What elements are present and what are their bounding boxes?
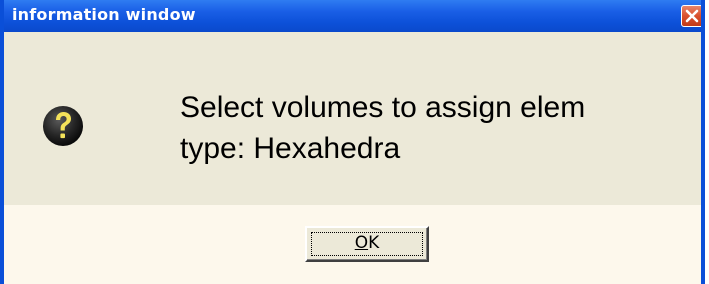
close-icon (685, 9, 699, 23)
ok-mnemonic: O (354, 233, 369, 253)
message-line-1: Select volumes to assign elem (180, 91, 586, 124)
ok-button-label: OK (307, 233, 427, 253)
message-area: Select volumes to assign elem type: Hexa… (4, 32, 701, 205)
close-button[interactable] (681, 5, 701, 27)
title-bar[interactable]: information window (4, 0, 701, 32)
message-line-2: type: Hexahedra (180, 132, 401, 165)
question-icon (43, 106, 83, 146)
dialog-window: information window Select volumes to ass… (0, 0, 705, 284)
ok-button[interactable]: OK (305, 226, 429, 262)
window-title: information window (12, 5, 196, 24)
ok-label-rest: K (368, 233, 380, 253)
dialog-message: Select volumes to assign elem type: Hexa… (180, 87, 695, 169)
